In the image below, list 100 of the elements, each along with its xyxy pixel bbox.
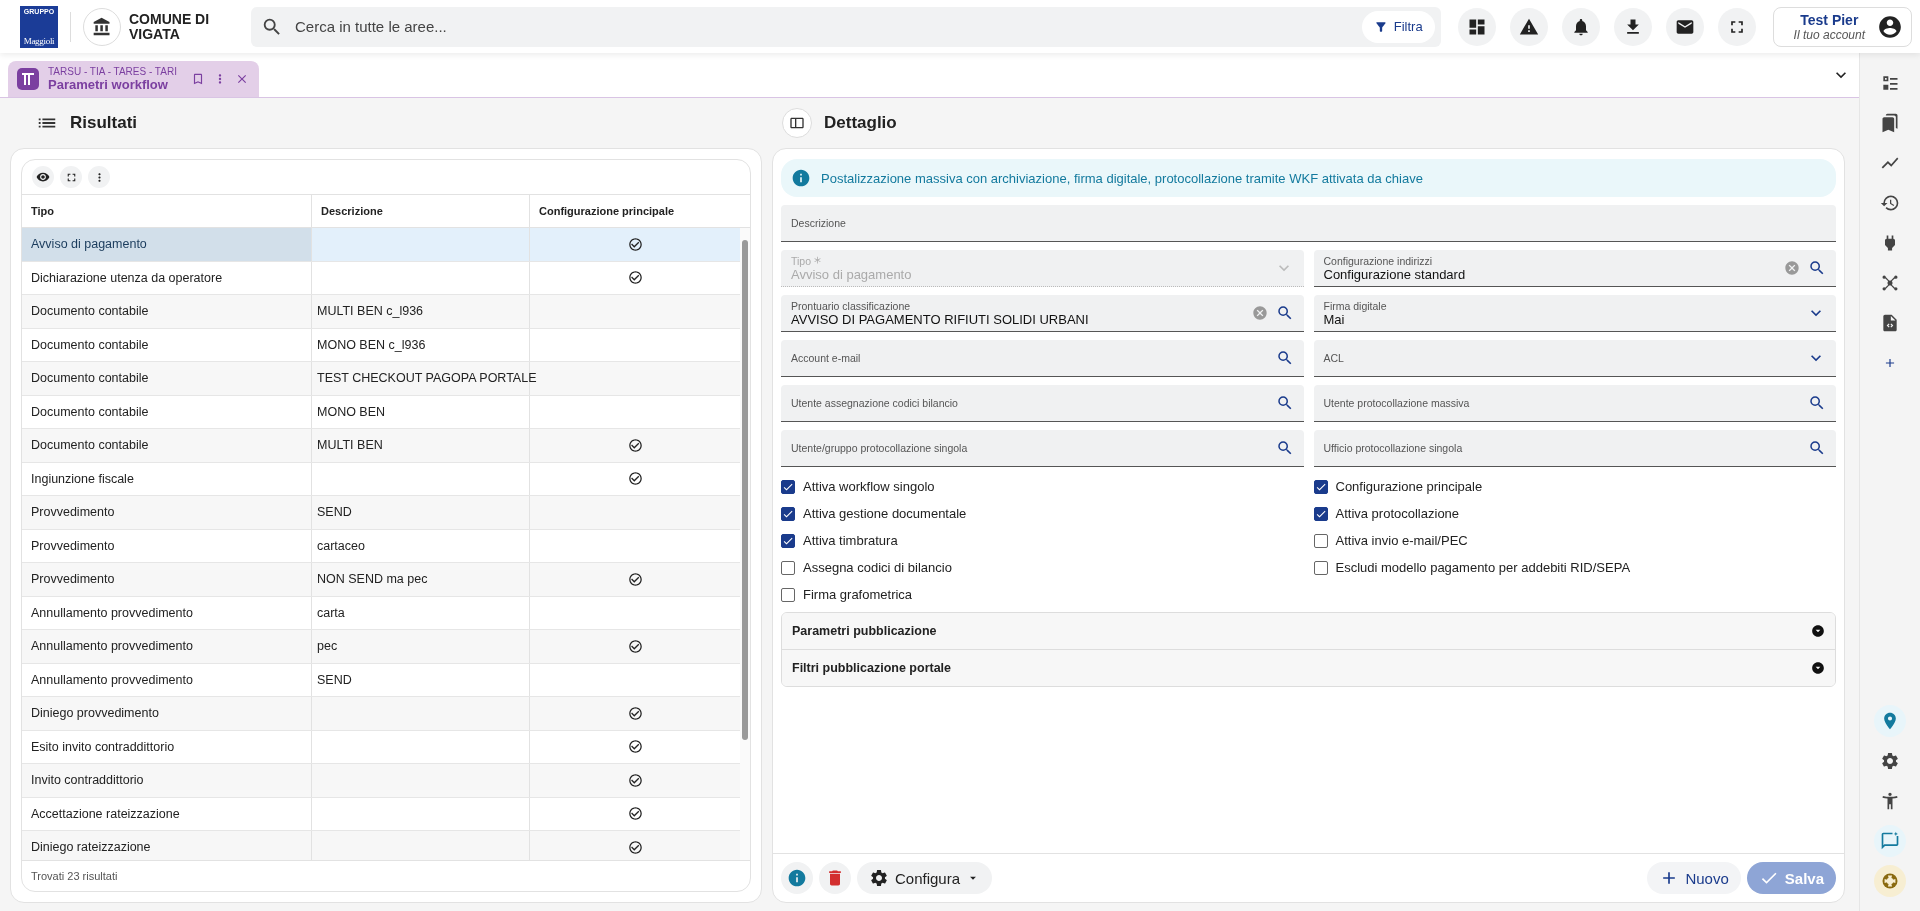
table-row[interactable]: Diniego rateizzazione (22, 831, 740, 860)
side-panel-icon[interactable] (782, 108, 812, 138)
lookup-field[interactable]: Prontuario classificazione AVVISO DI PAGAMENTO RIFIUTI SOLIDI URBANI (781, 295, 1304, 332)
table-cell: Documento contabile (22, 295, 312, 328)
lookup-field[interactable]: Configurazione indirizzi Configurazione standard (1313, 250, 1836, 287)
table-cell: SEND (317, 505, 352, 520)
table-cell: Provvedimento (22, 496, 312, 529)
account-icon (1877, 13, 1903, 40)
checkbox-label: Attiva invio e-mail/PEC (1335, 533, 1468, 548)
section-title: Parametri pubblicazione (792, 624, 937, 638)
checkbox[interactable] (781, 479, 795, 494)
info-icon (791, 168, 811, 188)
lookup-field[interactable]: Utente protocollazione massiva (1313, 385, 1836, 422)
search-icon[interactable] (1275, 304, 1294, 322)
filter-button[interactable]: Filtra (1361, 10, 1435, 43)
search-field[interactable]: Cerca in tutte le aree... Filtra (251, 6, 1441, 47)
table-cell: Annullamento provvedimento (22, 630, 312, 663)
lifebuoy-icon[interactable] (1874, 865, 1906, 897)
checkbox[interactable] (781, 587, 795, 602)
search-icon[interactable] (1275, 394, 1294, 412)
lookup-field[interactable]: Account e-mail (781, 340, 1304, 377)
checkbox[interactable] (781, 560, 795, 575)
table-row[interactable]: Documento contabile TEST CHECKOUT PAGOPA PORTALE (22, 362, 740, 396)
checkbox-label: Attiva workflow singolo (803, 479, 935, 494)
dropdown-field[interactable]: Firma digitale Mai (1313, 295, 1836, 332)
table-row[interactable]: Documento contabile MULTI BEN c_l936 (22, 295, 740, 329)
location-icon[interactable] (1874, 705, 1906, 737)
section-title: Filtri pubblicazione portale (792, 661, 952, 675)
dropdown-field[interactable]: ACL (1313, 340, 1836, 377)
panel-title: Dettaglio (824, 113, 897, 133)
table-cell: Documento contabile (22, 429, 312, 462)
scrollbar[interactable] (740, 228, 750, 860)
checkbox[interactable] (1313, 479, 1328, 494)
visibility-icon[interactable] (32, 166, 54, 188)
account-button[interactable]: Test Pier Il tuo account (1772, 6, 1912, 47)
table-row[interactable]: Provvedimento NON SEND ma pec (22, 563, 740, 597)
checkbox-label: Attiva protocollazione (1335, 506, 1460, 521)
dashboard-icon[interactable] (1457, 7, 1496, 46)
notifications-icon[interactable] (1561, 7, 1600, 46)
checkbox[interactable] (1313, 533, 1328, 548)
warning-icon[interactable] (1509, 7, 1548, 46)
table-cell: MULTI BEN (317, 438, 383, 453)
result-count: Trovati 23 risultati (31, 870, 118, 882)
configure-button[interactable]: Configura (857, 862, 993, 894)
search-icon[interactable] (1808, 439, 1826, 457)
table-cell: Documento contabile (22, 362, 312, 395)
table-row[interactable]: Annullamento provvedimento pec (22, 630, 740, 664)
table-row[interactable]: Invito contraddittorio (22, 764, 740, 798)
info-icon[interactable] (781, 862, 813, 894)
table-cell: Documento contabile (22, 395, 312, 428)
search-icon[interactable] (1275, 439, 1294, 457)
table-cell: Accettazione rateizzazione (22, 797, 312, 830)
accordion-header[interactable]: Parametri pubblicazione (782, 613, 1835, 649)
search-icon[interactable] (1808, 394, 1826, 412)
checkbox-label: Configurazione principale (1335, 479, 1483, 494)
table-cell: Provvedimento (22, 529, 312, 562)
download-icon[interactable] (1613, 7, 1652, 46)
accordion-header[interactable]: Filtri pubblicazione portale (782, 649, 1835, 686)
organization-name: COMUNE DI VIGATA (129, 11, 211, 42)
lookup-field[interactable]: Utente assegnazione codici bilancio (781, 385, 1304, 422)
chat-icon[interactable] (1874, 825, 1906, 857)
fullscreen-icon[interactable] (60, 166, 82, 188)
table-cell: Dichiarazione utenza da operatore (22, 261, 312, 294)
table-cell: cartaceo (317, 538, 365, 553)
search-icon[interactable] (1808, 259, 1826, 277)
expand-icon[interactable] (1811, 661, 1825, 675)
table-cell: Invito contraddittorio (22, 764, 312, 797)
fullscreen-icon[interactable] (1717, 7, 1756, 46)
checkbox-label: Escludi modello pagamento per addebiti RID/SEPA (1335, 560, 1631, 575)
lookup-field[interactable]: Ufficio protocollazione singola (1313, 430, 1836, 467)
checkbox-label: Firma grafometrica (803, 587, 913, 602)
column-header[interactable]: Configurazione principale (530, 195, 750, 227)
description-field[interactable]: Descrizione (781, 205, 1836, 242)
module-icon (16, 67, 40, 91)
checkbox-label: Assegna codici di bilancio (803, 560, 952, 575)
info-text: Postalizzazione massiva con archiviazione, firma digitale, protocollazione tramite WKF attivata da chiave (821, 170, 1423, 186)
table-cell: Esito invito contraddittorio (22, 730, 312, 763)
table-row[interactable]: Diniego provvedimento (22, 697, 740, 731)
table-row[interactable]: Avviso di pagamento (22, 228, 740, 262)
gear-icon (869, 868, 889, 888)
checkbox[interactable] (781, 533, 795, 548)
table-cell: Diniego provvedimento (22, 697, 312, 730)
table-row[interactable]: Provvedimento SEND (22, 496, 740, 530)
checkbox[interactable] (1313, 560, 1328, 575)
column-header[interactable]: Tipo (22, 195, 312, 227)
delete-icon[interactable] (819, 862, 851, 894)
search-icon[interactable] (1275, 349, 1294, 367)
lookup-field[interactable]: Utente/gruppo protocollazione singola (781, 430, 1304, 467)
table-cell: Annullamento provvedimento (22, 663, 312, 696)
mail-icon[interactable] (1665, 7, 1704, 46)
expand-icon[interactable] (1811, 624, 1825, 638)
table-cell: Diniego rateizzazione (22, 831, 312, 860)
checkbox[interactable] (781, 506, 795, 521)
column-header[interactable]: Descrizione (312, 195, 530, 227)
table-cell: carta (317, 605, 345, 620)
more-icon[interactable] (88, 166, 110, 188)
module-tab[interactable]: TARSU - TIA - TARES - TARI Parametri workflow (8, 61, 259, 97)
checkbox[interactable] (1313, 506, 1328, 521)
table-row[interactable]: Documento contabile MULTI BEN (22, 429, 740, 463)
new-button[interactable]: Nuovo (1647, 862, 1741, 894)
